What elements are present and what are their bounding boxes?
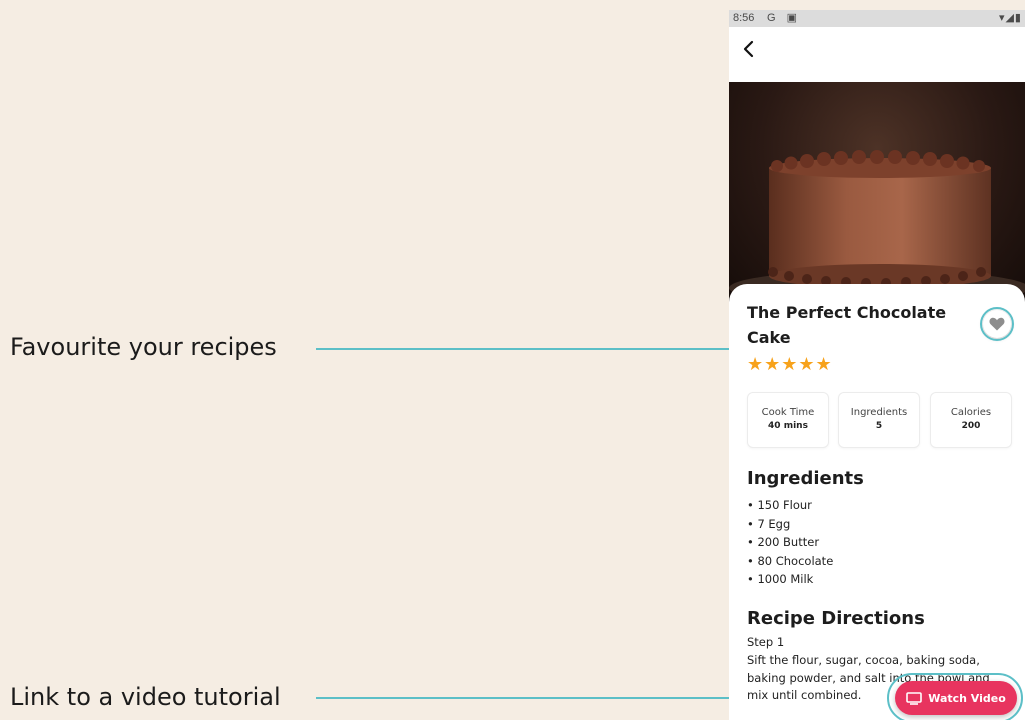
video-annotation: Link to a video tutorial bbox=[10, 683, 281, 711]
star-rating: ★★★★★ bbox=[747, 354, 833, 375]
chevron-left-icon bbox=[743, 40, 754, 58]
stat-value: 40 mins bbox=[768, 421, 808, 431]
watch-video-button[interactable]: Watch Video bbox=[895, 681, 1017, 715]
directions-heading: Recipe Directions bbox=[747, 608, 925, 629]
heart-icon bbox=[989, 317, 1005, 331]
stat-calories: Calories 200 bbox=[930, 392, 1012, 448]
ingredients-list: • 150 Flour • 7 Egg • 200 Butter • 80 Ch… bbox=[747, 496, 833, 589]
watch-video-label: Watch Video bbox=[928, 691, 1006, 705]
list-item: • 7 Egg bbox=[747, 516, 791, 531]
app-bar bbox=[729, 27, 1025, 82]
tv-icon bbox=[906, 691, 923, 705]
recipe-details-card: The Perfect Chocolate Cake ★★★★★ Cook Ti… bbox=[729, 284, 1025, 720]
list-item: • 80 Chocolate bbox=[747, 553, 834, 568]
chocolate-cake-image bbox=[729, 150, 1025, 302]
list-item: • 200 Butter bbox=[747, 535, 820, 549]
status-bar: 8:56 G ▣ ▾◢▮ bbox=[729, 10, 1025, 27]
stat-label: Ingredients bbox=[850, 407, 908, 418]
ingredients-heading: Ingredients bbox=[747, 468, 864, 489]
recipe-title: The Perfect Chocolate Cake bbox=[747, 303, 947, 347]
favourite-annotation: Favourite your recipes bbox=[10, 333, 277, 361]
phone-screen: 8:56 G ▣ ▾◢▮ The Perfect Chocolate Cake … bbox=[729, 10, 1025, 720]
stat-value: 200 bbox=[961, 421, 981, 431]
stat-label: Calories bbox=[950, 407, 992, 418]
status-notification-icons: G ▣ bbox=[767, 12, 802, 24]
status-system-icons: ▾◢▮ bbox=[998, 12, 1022, 24]
stat-label: Cook Time bbox=[761, 407, 815, 418]
favourite-button[interactable] bbox=[983, 310, 1011, 338]
back-button[interactable] bbox=[737, 37, 761, 61]
list-item: • 150 Flour bbox=[747, 498, 812, 512]
status-time: 8:56 bbox=[733, 12, 755, 24]
stat-ingredients: Ingredients 5 bbox=[838, 392, 920, 448]
stat-cook-time: Cook Time 40 mins bbox=[747, 392, 829, 448]
recipe-hero-image bbox=[729, 82, 1025, 302]
list-item: • 1000 Milk bbox=[747, 572, 814, 586]
step-label: Step 1 bbox=[747, 635, 785, 649]
stat-value: 5 bbox=[875, 421, 883, 431]
